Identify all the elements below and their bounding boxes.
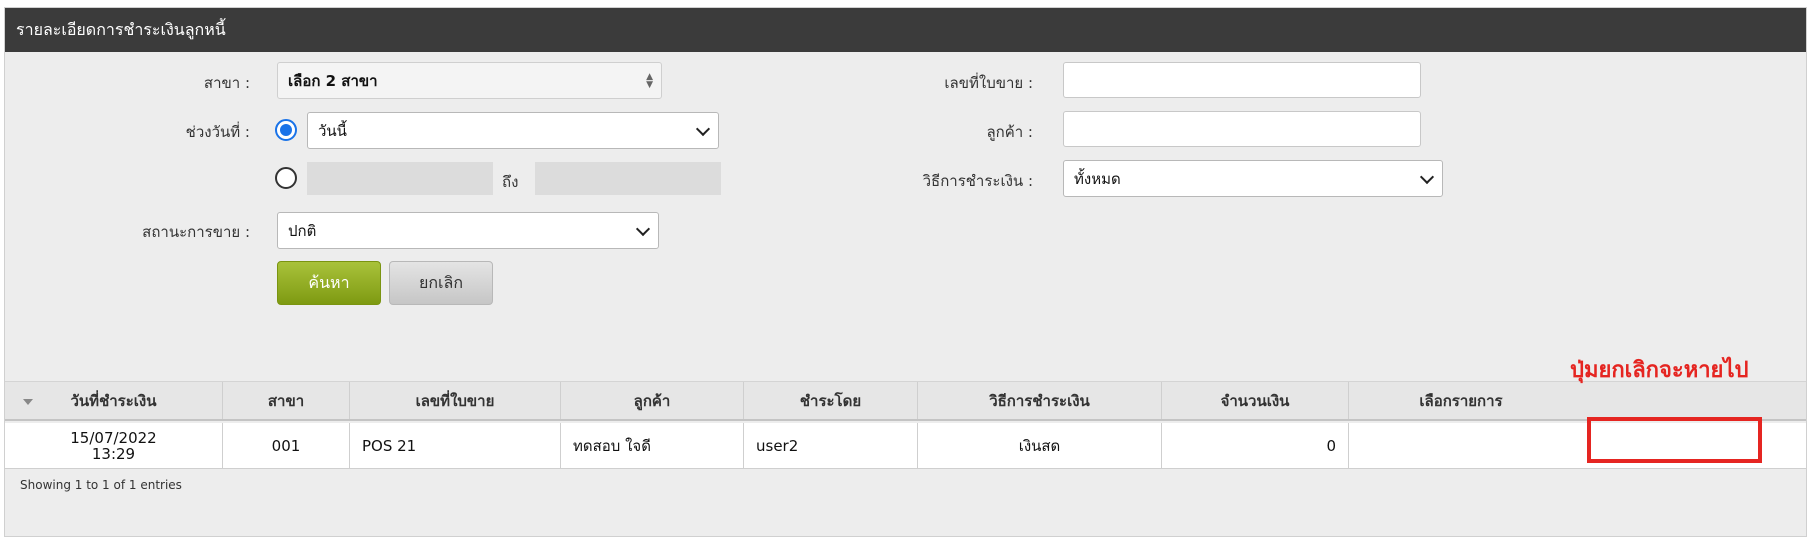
date-custom-radio[interactable] xyxy=(275,167,297,189)
sale-status-select[interactable]: ปกติ xyxy=(277,212,659,249)
column-header-invoice[interactable]: เลขที่ใบขาย xyxy=(350,382,561,419)
sort-updown-icon: ▲ ▼ xyxy=(646,71,653,90)
customer-input[interactable] xyxy=(1063,111,1421,147)
cell-customer: ทดสอบ ใจดี xyxy=(561,423,744,468)
panel-title: รายละเอียดการชำระเงินลูกหนี้ xyxy=(5,8,1806,52)
cancel-button[interactable]: ยกเลิก xyxy=(389,261,493,305)
table-row[interactable]: 15/07/2022 13:29 001 POS 21 ทดสอบ ใจดี u… xyxy=(5,423,1806,469)
column-header-customer[interactable]: ลูกค้า xyxy=(561,382,744,419)
cell-branch: 001 xyxy=(223,423,350,468)
date-to-label: ถึง xyxy=(502,173,519,191)
column-header-payment-method[interactable]: วิธีการชำระเงิน xyxy=(918,382,1162,419)
column-header-select[interactable]: เลือกรายการ xyxy=(1349,382,1573,419)
column-header-amount[interactable]: จำนวนเงิน xyxy=(1162,382,1349,419)
sale-status-value: ปกติ xyxy=(288,221,317,240)
column-header-branch[interactable]: สาขา xyxy=(223,382,350,419)
date-preset-value: วันนี้ xyxy=(318,121,347,140)
annotation-text: ปุ่มยกเลิกจะหายไป xyxy=(1570,358,1749,383)
payment-method-value: ทั้งหมด xyxy=(1074,169,1121,188)
search-button[interactable]: ค้นหา xyxy=(277,261,381,305)
payment-method-label: วิธีการชำระเงิน : xyxy=(922,172,1033,190)
cell-select xyxy=(1349,423,1573,468)
branch-select-value: เลือก 2 สาขา xyxy=(288,71,378,90)
invoice-input[interactable] xyxy=(1063,62,1421,98)
customer-label: ลูกค้า : xyxy=(986,123,1033,141)
chevron-down-icon xyxy=(695,121,711,136)
date-preset-radio[interactable] xyxy=(275,119,297,141)
branch-select[interactable]: เลือก 2 สาขา ▲ ▼ xyxy=(277,62,662,99)
annotation-highlight-box xyxy=(1587,417,1762,463)
table-header: วันที่ชำระเงิน สาขา เลขที่ใบขาย ลูกค้า ช… xyxy=(5,381,1806,421)
payment-detail-panel: รายละเอียดการชำระเงินลูกหนี้ สาขา : เลือ… xyxy=(4,7,1807,537)
date-range-label: ช่วงวันที่ : xyxy=(185,123,250,141)
cell-paid-by: user2 xyxy=(744,423,918,468)
cell-payment-method: เงินสด xyxy=(918,423,1162,468)
column-header-date[interactable]: วันที่ชำระเงิน xyxy=(5,382,223,419)
cell-amount: 0 xyxy=(1162,423,1349,468)
table-info: Showing 1 to 1 of 1 entries xyxy=(20,478,182,492)
cell-date-time: 13:29 xyxy=(91,444,136,463)
sale-status-label: สถานะการขาย : xyxy=(142,223,250,241)
cell-date: 15/07/2022 13:29 xyxy=(5,423,223,468)
date-preset-select[interactable]: วันนี้ xyxy=(307,112,719,149)
branch-label: สาขา : xyxy=(203,74,250,92)
payment-method-select[interactable]: ทั้งหมด xyxy=(1063,160,1443,197)
invoice-label: เลขที่ใบขาย : xyxy=(944,74,1033,92)
cell-invoice: POS 21 xyxy=(350,423,561,468)
column-header-paid-by[interactable]: ชำระโดย xyxy=(744,382,918,419)
date-from-input[interactable] xyxy=(307,162,493,195)
chevron-down-icon xyxy=(635,221,651,236)
date-to-input[interactable] xyxy=(535,162,721,195)
cell-date-day: 15/07/2022 xyxy=(70,428,157,447)
chevron-down-icon xyxy=(1419,169,1435,184)
